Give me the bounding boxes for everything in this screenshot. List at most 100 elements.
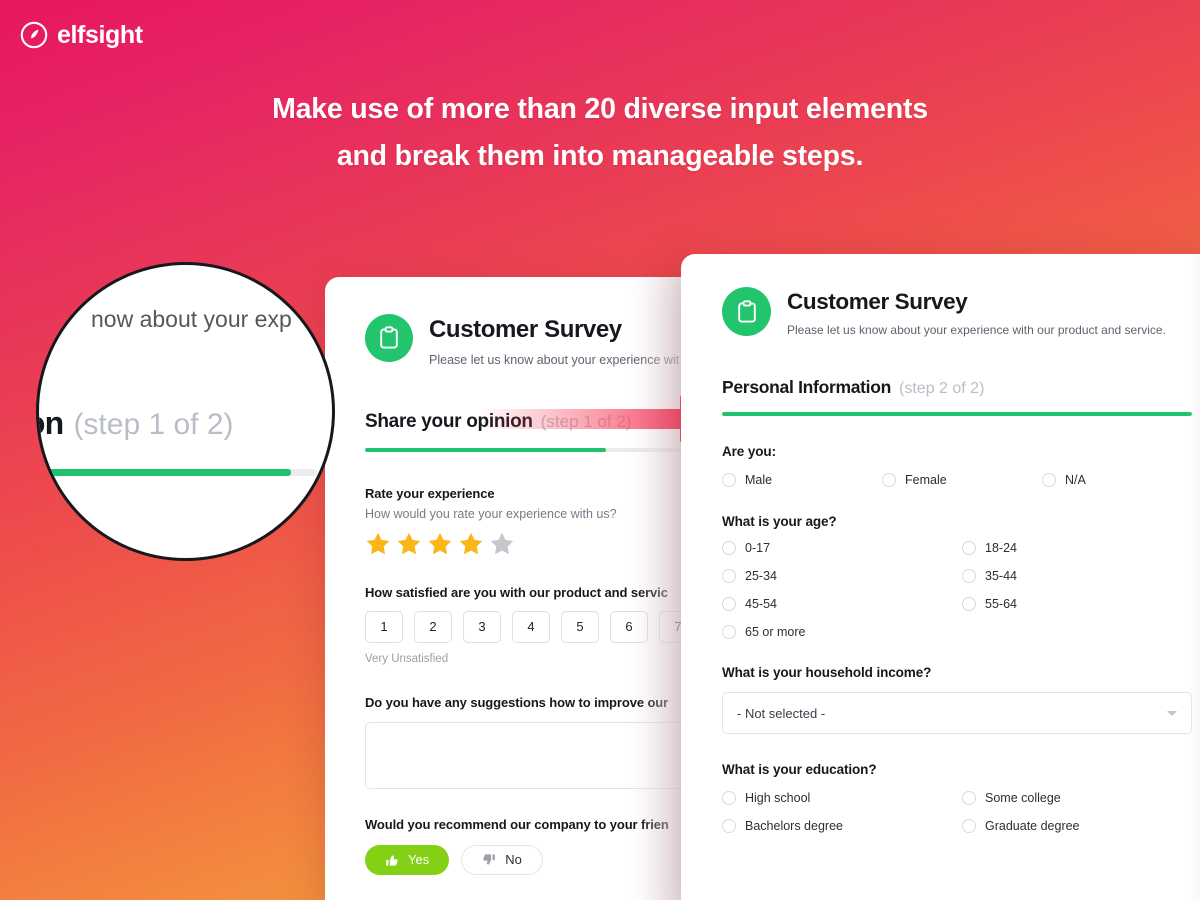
radio-circle-icon [962, 541, 976, 556]
number-scale-row[interactable]: 1234567 [365, 610, 697, 643]
radio-option[interactable]: Female [882, 473, 1042, 488]
radio-option[interactable]: Male [722, 473, 882, 488]
radio-option[interactable]: 35-44 [962, 569, 1200, 584]
radio-label: 55-64 [985, 597, 1017, 612]
question-label: What is your household income? [722, 665, 932, 681]
star-filled-icon[interactable] [458, 531, 484, 557]
survey-title: Customer Survey [429, 316, 622, 343]
suggestions-textarea[interactable] [365, 721, 691, 789]
clipboard-icon [737, 299, 756, 323]
radio-option[interactable]: 0-17 [722, 541, 962, 556]
magnified-step-heading: inion (step 1 of 2) [39, 405, 234, 442]
scale-option-button[interactable]: 5 [561, 610, 599, 643]
radio-circle-icon [722, 819, 736, 834]
recommend-yes-label: Yes [408, 852, 430, 868]
radio-circle-icon [962, 791, 976, 806]
scale-caption-low: Very Unsatisfied [365, 652, 449, 665]
step-progress-fill [365, 447, 607, 452]
question-gender: Are you: Male Female N/A [722, 444, 1200, 488]
elfsight-logo[interactable]: elfsight [20, 18, 143, 52]
education-radio-group[interactable]: High school Some college Bachelors degree G… [722, 791, 1200, 834]
recommend-no-button[interactable]: No [461, 844, 543, 875]
radio-label: 65 or more [745, 625, 806, 640]
radio-option[interactable]: 18-24 [962, 541, 1200, 556]
step-heading: Personal Information (step 2 of 2) [722, 377, 1200, 398]
radio-option[interactable]: Bachelors degree [722, 819, 962, 834]
radio-option[interactable]: 55-64 [962, 597, 1200, 612]
survey-header: Customer Survey Please let us know about… [722, 287, 1200, 339]
radio-label: Graduate degree [985, 819, 1080, 834]
thumbs-up-icon [386, 855, 398, 866]
survey-subtitle: Please let us know about your experience… [429, 352, 680, 367]
radio-label: High school [745, 791, 811, 806]
radio-circle-icon [722, 597, 736, 612]
magnifier-circle: now about your exp inion (step 1 of 2) [36, 262, 335, 561]
question-education: What is your education? High school Some … [722, 762, 1200, 834]
household-income-select[interactable]: - Not selected - [722, 692, 1192, 735]
headline-line-1: Make use of more than 20 diverse input e… [272, 93, 928, 125]
star-empty-icon[interactable] [489, 531, 515, 557]
magnified-progress-fill [39, 469, 291, 476]
radio-circle-icon [722, 541, 736, 556]
chevron-down-icon [1167, 711, 1177, 717]
elfsight-wordmark: elfsight [57, 20, 143, 49]
gender-radio-group[interactable]: Male Female N/A [722, 473, 1200, 488]
question-label: Do you have any suggestions how to impro… [365, 694, 669, 710]
radio-option[interactable]: High school [722, 791, 962, 806]
question-help: How would you rate your experience with … [365, 506, 617, 521]
question-suggestions: Do you have any suggestions how to impro… [365, 695, 697, 789]
question-label: Rate your experience [365, 485, 495, 501]
radio-circle-icon [962, 597, 976, 612]
radio-circle-icon [722, 791, 736, 806]
star-filled-icon[interactable] [365, 531, 391, 557]
radio-label: Male [745, 473, 773, 488]
question-rate-experience: Rate your experience How would you rate … [365, 486, 697, 557]
scale-option-button[interactable]: 2 [414, 610, 452, 643]
survey-subtitle: Please let us know about your experience… [787, 322, 1166, 337]
step-progress-fill [722, 412, 1192, 417]
scale-option-button[interactable]: 4 [512, 610, 550, 643]
radio-circle-icon [722, 569, 736, 584]
radio-circle-icon [1042, 473, 1056, 488]
radio-circle-icon [882, 473, 896, 488]
star-rating[interactable] [365, 531, 697, 557]
scale-option-button[interactable]: 1 [365, 610, 403, 643]
radio-option[interactable]: N/A [1042, 473, 1200, 488]
scale-option-button[interactable]: 3 [463, 610, 501, 643]
age-radio-group[interactable]: 0-17 18-24 25-34 35-44 45-54 55-64 65 or more [722, 541, 1200, 640]
star-filled-icon[interactable] [427, 531, 453, 557]
step-count: (step 2 of 2) [899, 380, 985, 398]
radio-label: Female [905, 473, 947, 488]
question-recommend: Would you recommend our company to your … [365, 817, 697, 875]
clipboard-badge [722, 287, 771, 336]
radio-option[interactable]: 25-34 [722, 569, 962, 584]
headline: Make use of more than 20 diverse input e… [0, 86, 1200, 181]
radio-option[interactable]: Graduate degree [962, 819, 1200, 834]
radio-label: 25-34 [745, 569, 777, 584]
question-household-income: What is your household income? - Not sel… [722, 665, 1200, 735]
question-label: How satisfied are you with our product a… [365, 584, 668, 600]
radio-option[interactable]: Some college [962, 791, 1200, 806]
elfsight-drop-icon [20, 21, 48, 49]
question-label: Are you: [722, 444, 776, 460]
clipboard-badge [365, 314, 413, 362]
star-filled-icon[interactable] [396, 531, 422, 557]
scale-option-button[interactable]: 6 [610, 610, 648, 643]
question-label: Would you recommend our company to your … [365, 816, 669, 832]
question-satisfaction-scale: How satisfied are you with our product a… [365, 585, 697, 665]
radio-option[interactable]: 45-54 [722, 597, 962, 612]
radio-label: Bachelors degree [745, 819, 843, 834]
radio-label: 35-44 [985, 569, 1017, 584]
question-age: What is your age? 0-17 18-24 25-34 35-44 45-… [722, 514, 1200, 640]
magnified-step-name: inion [39, 405, 64, 441]
radio-circle-icon [962, 819, 976, 834]
recommend-yes-button[interactable]: Yes [365, 844, 450, 875]
radio-label: 0-17 [745, 541, 771, 556]
radio-circle-icon [962, 569, 976, 584]
select-value: - Not selected - [737, 705, 826, 721]
radio-option[interactable]: 65 or more [722, 625, 962, 640]
radio-label: Some college [985, 791, 1061, 806]
radio-circle-icon [722, 473, 736, 488]
radio-circle-icon [722, 625, 736, 640]
clipboard-icon [380, 326, 398, 349]
